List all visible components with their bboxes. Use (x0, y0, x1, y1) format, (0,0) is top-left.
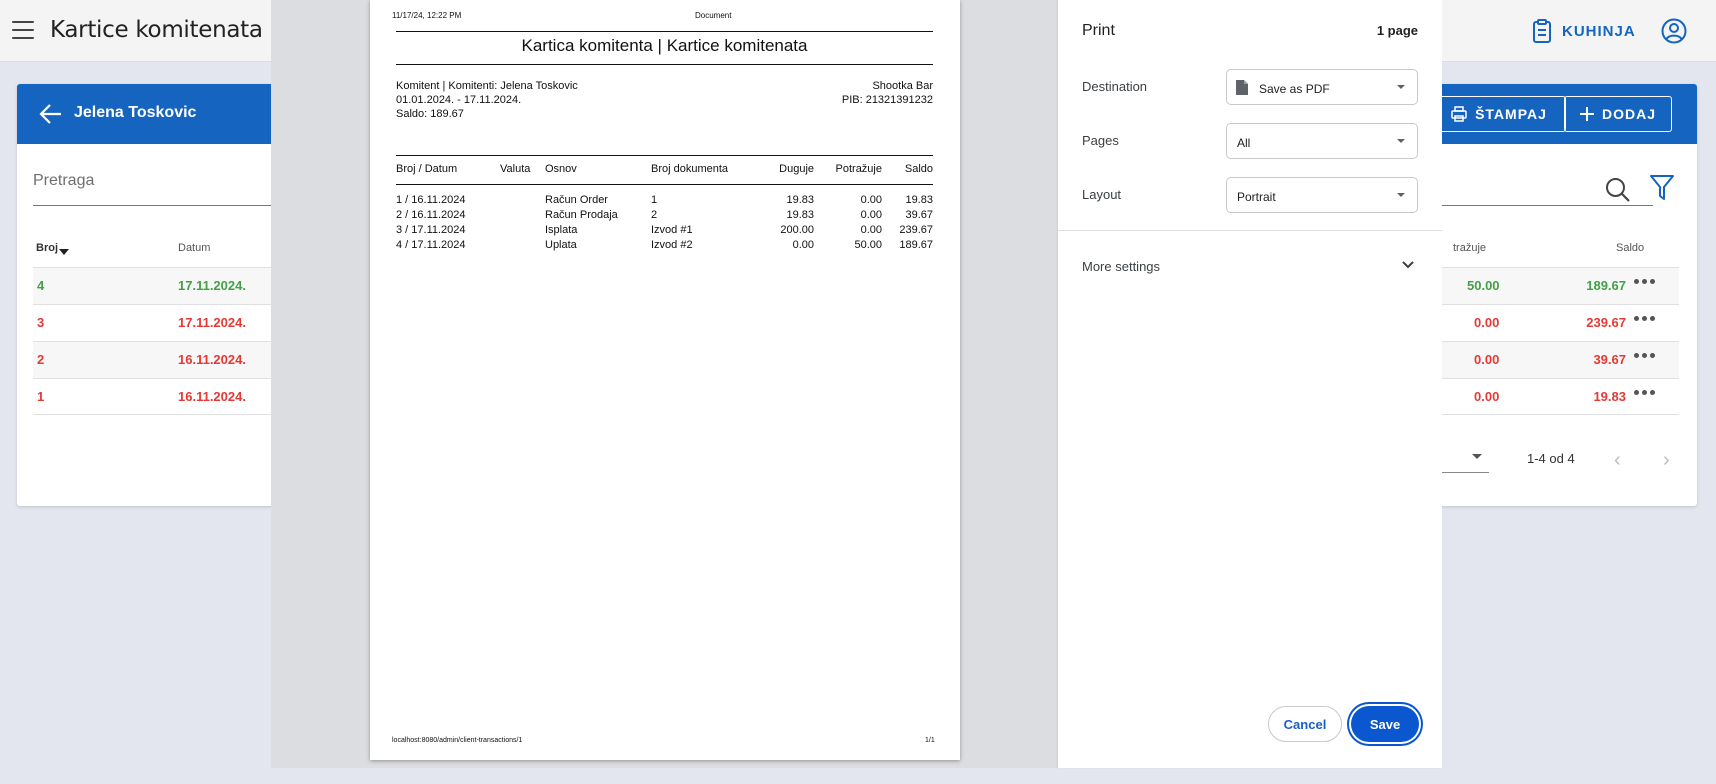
page-count: 1 page (1376, 23, 1418, 38)
layout-value: Portrait (1237, 190, 1276, 204)
print-settings-panel: Print 1 page Destination Save as PDF Pag… (1058, 0, 1442, 768)
preview-col-header: Broj / Datum (396, 163, 458, 175)
layout-label: Layout (1082, 187, 1122, 202)
cancel-button[interactable]: Cancel (1268, 706, 1342, 742)
pages-value: All (1237, 136, 1251, 150)
cell-broj: 2 (37, 352, 45, 367)
clipboard-icon (1533, 19, 1551, 43)
dropdown-arrow-icon (1397, 139, 1405, 143)
search-icon[interactable] (1605, 177, 1631, 203)
prev-page-icon[interactable]: ‹ (1614, 449, 1621, 472)
dropdown-arrow-icon (1397, 193, 1405, 197)
preview-col-header: Osnov (545, 163, 577, 175)
next-page-icon[interactable]: › (1663, 449, 1670, 472)
client-name: Jelena Toskovic (74, 104, 197, 121)
pagination-count: 1-4 od 4 (1527, 451, 1575, 466)
header-broj[interactable]: Broj (36, 242, 69, 255)
account-icon[interactable] (1661, 18, 1687, 44)
print-button[interactable]: ŠTAMPAJ (1432, 96, 1566, 132)
destination-value: Save as PDF (1259, 82, 1330, 96)
cell-potrazuje: 0.00 (1474, 315, 1500, 330)
cell-saldo: 189.67 (1586, 278, 1626, 293)
more-actions-icon[interactable] (1634, 390, 1655, 395)
cell-broj: 1 (37, 389, 45, 404)
layout-select[interactable]: Portrait (1226, 177, 1418, 213)
preview-col-header: Broj dokumenta (651, 163, 729, 175)
cell-saldo: 239.67 (1586, 315, 1626, 330)
preview-footer-url: localhost:8080/admin/client-transactions… (392, 737, 523, 744)
header-saldo[interactable]: Saldo (1616, 242, 1644, 254)
more-settings-toggle[interactable]: More settings (1082, 259, 1160, 274)
print-dialog-title: Print (1082, 22, 1115, 39)
pagination: 1-4 od 4 ‹ › (1417, 444, 1677, 474)
back-arrow-icon[interactable] (39, 102, 63, 126)
more-actions-icon[interactable] (1634, 316, 1655, 321)
plus-icon (1579, 107, 1594, 121)
printer-icon (1451, 106, 1467, 122)
filter-icon[interactable] (1649, 174, 1675, 202)
preview-meta-left: Komitent | Komitenti: Jelena Toskovic 01… (396, 80, 578, 120)
preview-col-header: Saldo (904, 163, 933, 175)
cell-datum: 17.11.2024. (178, 278, 246, 293)
divider (396, 64, 933, 65)
dropdown-arrow-icon (1397, 85, 1405, 89)
divider (396, 184, 933, 185)
cell-potrazuje: 50.00 (1467, 278, 1500, 293)
divider (1058, 230, 1442, 231)
document-icon (1236, 80, 1248, 95)
cell-saldo: 19.83 (1593, 389, 1626, 404)
destination-label: Destination (1082, 79, 1148, 94)
preview-datetime: 11/17/24, 12:22 PM (392, 11, 462, 20)
kitchen-button[interactable]: KUHINJA (1532, 19, 1636, 43)
cell-datum: 16.11.2024. (178, 389, 246, 404)
print-label: ŠTAMPAJ (1475, 106, 1547, 122)
preview-doc-title: Document (695, 11, 732, 20)
print-preview-page: 11/17/24, 12:22 PM Document Kartica komi… (370, 0, 960, 760)
destination-select[interactable]: Save as PDF (1226, 69, 1418, 105)
divider (396, 31, 933, 32)
save-button[interactable]: Save (1351, 706, 1419, 742)
preview-page-number: 1/1 (925, 737, 935, 744)
add-button[interactable]: DODAJ (1564, 96, 1672, 132)
preview-meta-right: Shootka Bar PIB: 21321391232 (841, 80, 933, 106)
page-title: Kartice komitenata (50, 17, 263, 43)
cell-potrazuje: 0.00 (1474, 352, 1500, 367)
pages-select[interactable]: All (1226, 123, 1418, 159)
header-potrazuje[interactable]: tražuje (1453, 242, 1486, 254)
search-placeholder: Pretraga (33, 172, 95, 189)
cell-broj: 4 (37, 278, 45, 293)
more-actions-icon[interactable] (1634, 279, 1655, 284)
add-label: DODAJ (1601, 106, 1656, 122)
menu-icon[interactable] (12, 21, 34, 39)
kitchen-label: KUHINJA (1562, 22, 1636, 40)
cell-datum: 17.11.2024. (178, 315, 246, 330)
pages-label: Pages (1082, 133, 1119, 148)
preview-col-header: Duguje (779, 163, 814, 175)
preview-col-header: Potražuje (835, 163, 882, 175)
cell-saldo: 39.67 (1593, 352, 1626, 367)
sort-desc-icon (59, 249, 69, 255)
cell-broj: 3 (37, 315, 45, 330)
cell-potrazuje: 0.00 (1474, 389, 1500, 404)
chevron-down-icon[interactable] (1472, 454, 1482, 459)
more-actions-icon[interactable] (1634, 353, 1655, 358)
cell-datum: 16.11.2024. (178, 352, 246, 367)
preview-col-header: Valuta (500, 163, 531, 175)
header-datum[interactable]: Datum (178, 242, 210, 254)
divider (396, 155, 933, 156)
chevron-down-icon[interactable] (1402, 261, 1414, 269)
preview-title: Kartica komitenta | Kartice komitenata (521, 36, 808, 55)
